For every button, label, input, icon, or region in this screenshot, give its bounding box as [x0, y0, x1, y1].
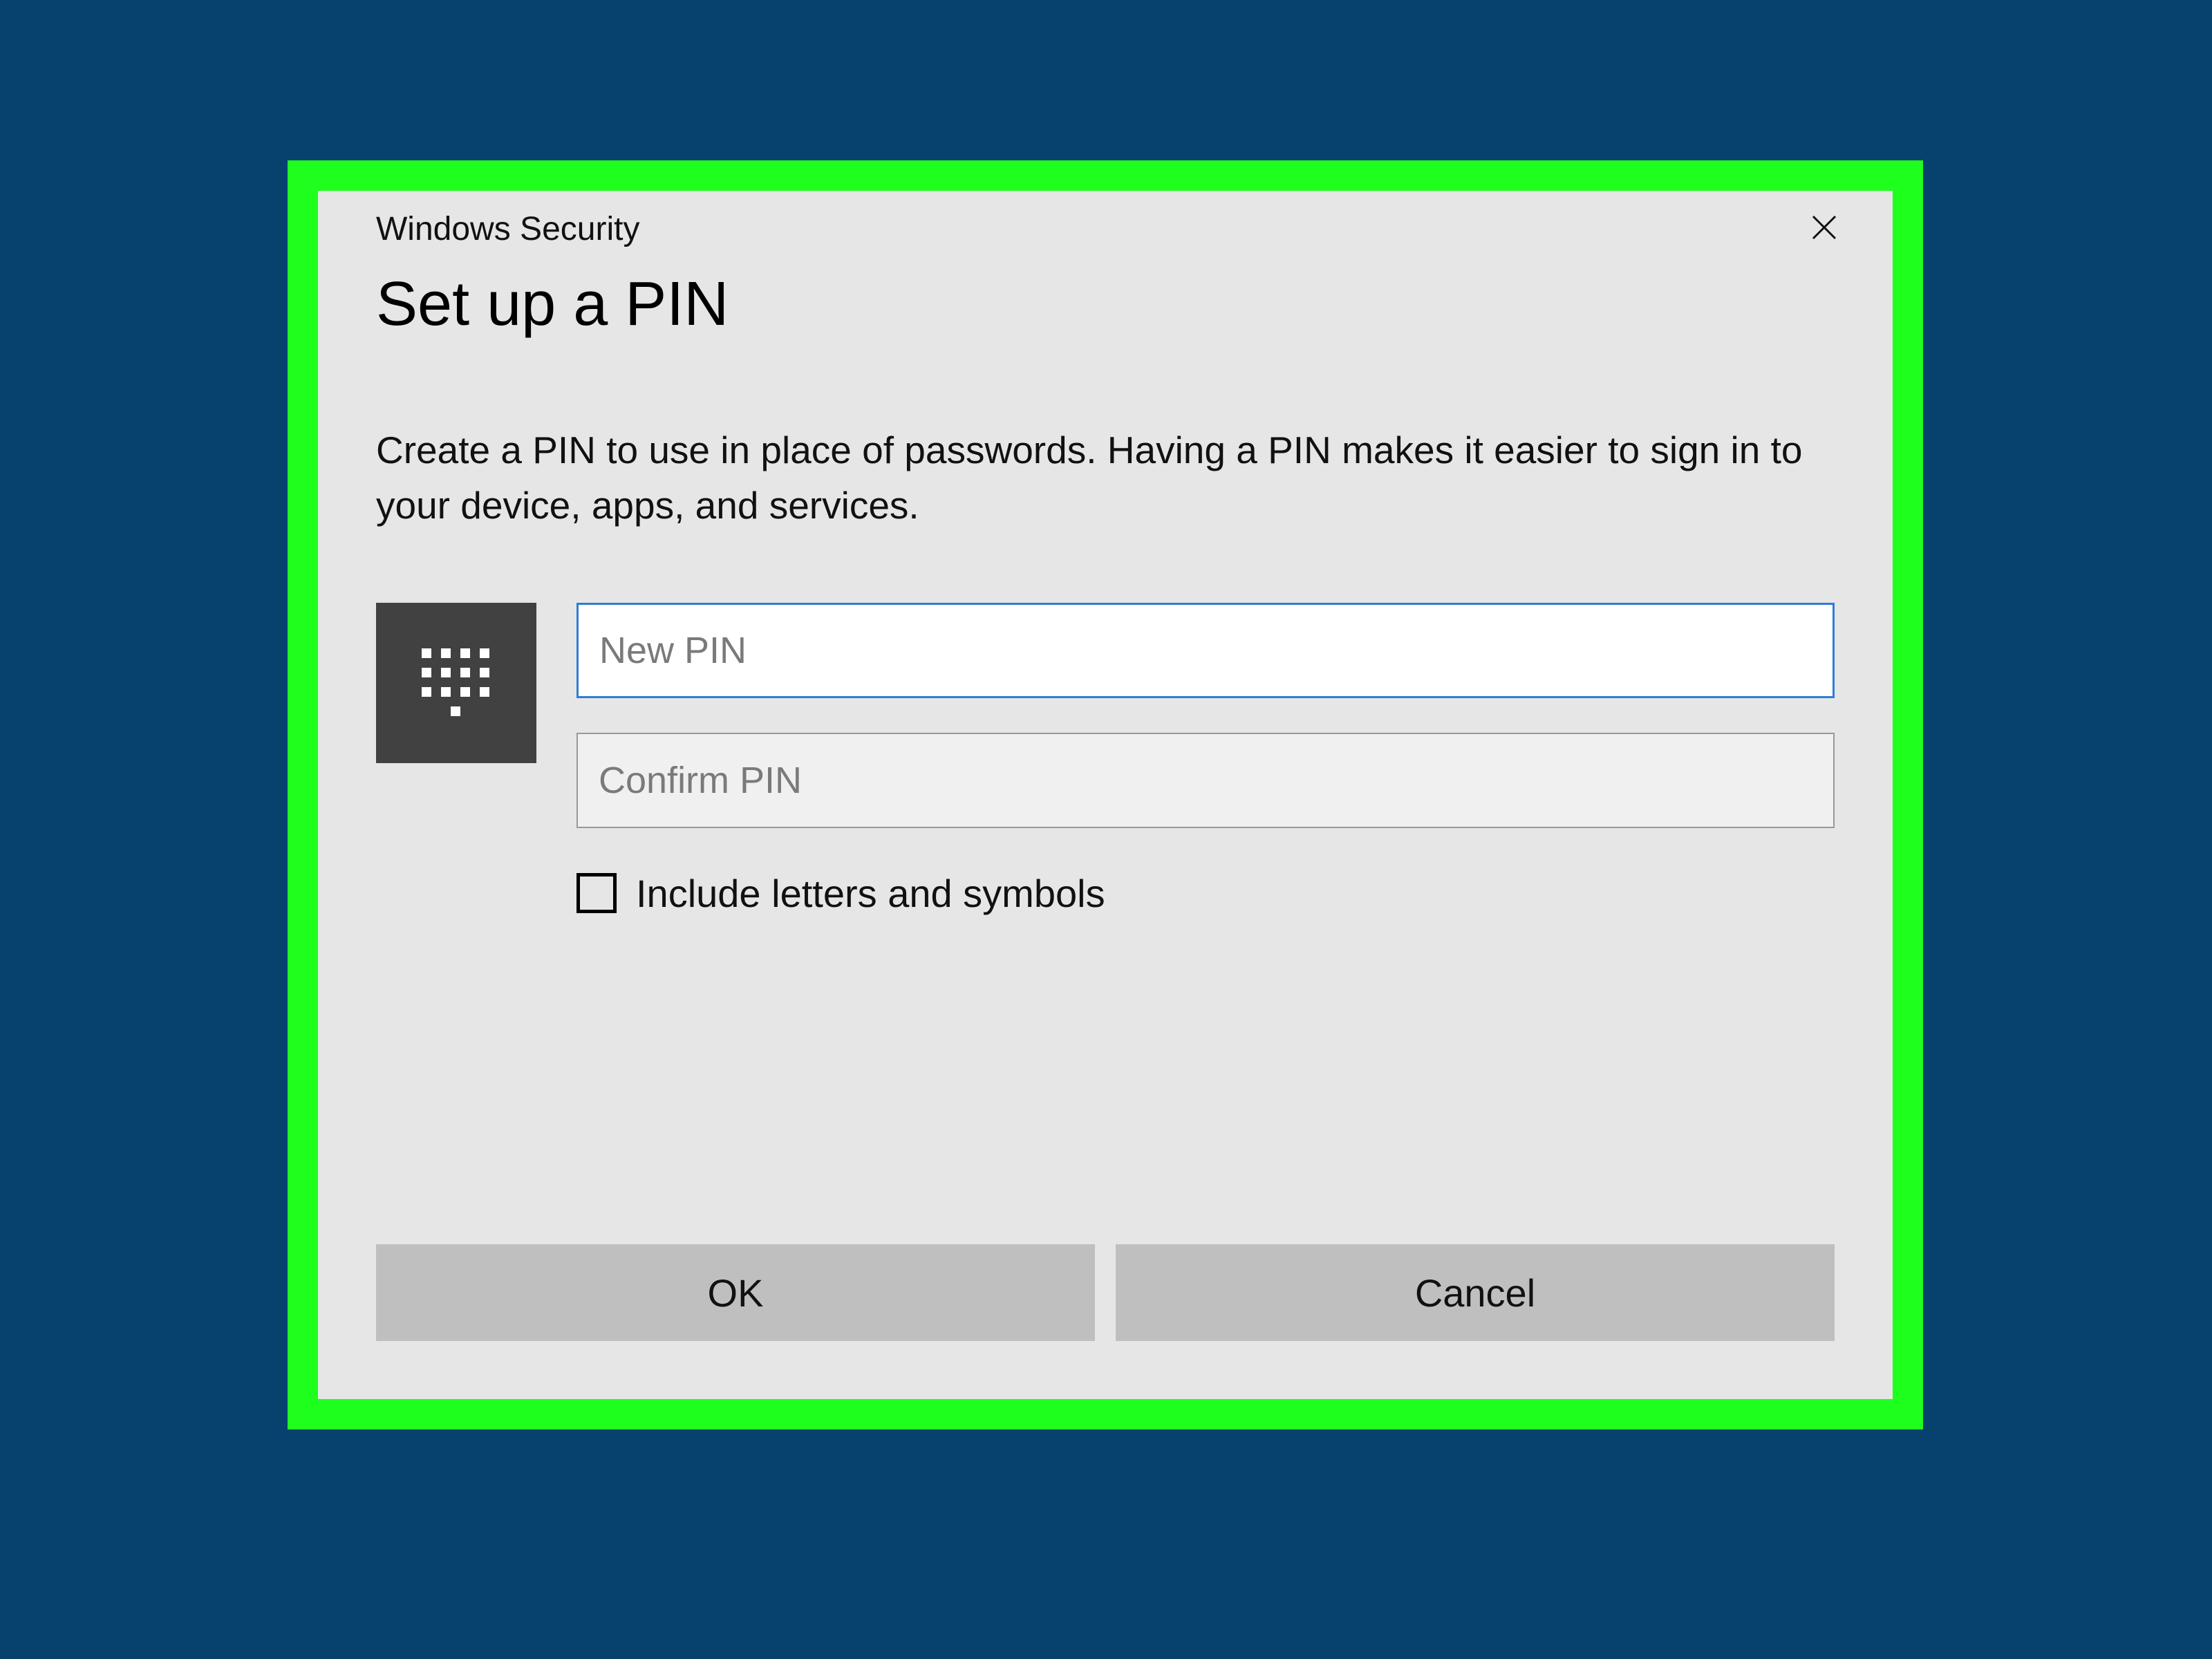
- close-button[interactable]: [1800, 205, 1848, 253]
- ok-button[interactable]: OK: [376, 1244, 1095, 1341]
- pin-setup-dialog: Windows Security Set up a PIN Create a P…: [318, 191, 1893, 1399]
- keypad-icon: [376, 603, 536, 763]
- app-title: Windows Security: [376, 210, 1835, 248]
- dialog-header: Windows Security Set up a PIN: [376, 191, 1835, 340]
- new-pin-input[interactable]: [577, 603, 1835, 698]
- input-section: Include letters and symbols: [376, 603, 1835, 916]
- include-letters-label: Include letters and symbols: [636, 871, 1105, 916]
- inputs-column: Include letters and symbols: [577, 603, 1835, 916]
- include-letters-row: Include letters and symbols: [577, 871, 1835, 916]
- dialog-heading: Set up a PIN: [376, 269, 1835, 340]
- highlight-border: Windows Security Set up a PIN Create a P…: [288, 160, 1923, 1430]
- cancel-button[interactable]: Cancel: [1116, 1244, 1835, 1341]
- close-icon: [1810, 214, 1838, 245]
- dialog-buttons: OK Cancel: [376, 1244, 1835, 1341]
- confirm-pin-input[interactable]: [577, 733, 1835, 828]
- include-letters-checkbox[interactable]: [577, 873, 617, 913]
- dialog-description: Create a PIN to use in place of password…: [376, 423, 1835, 534]
